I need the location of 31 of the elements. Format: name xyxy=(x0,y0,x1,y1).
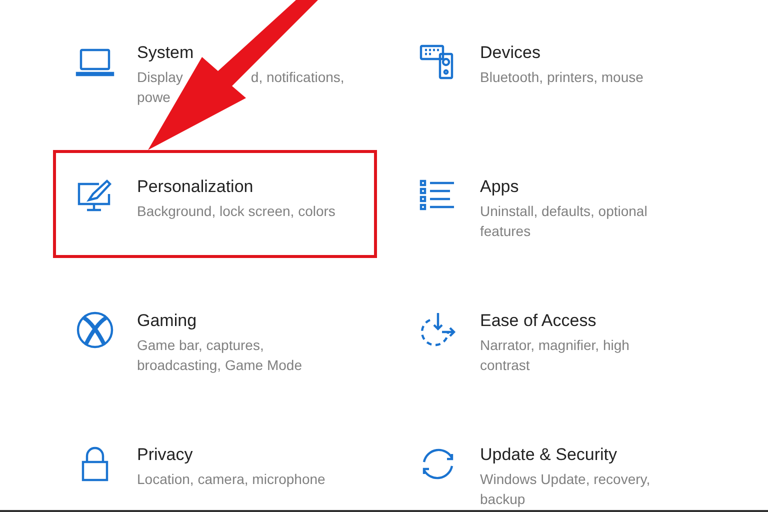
xbox-icon xyxy=(75,310,115,350)
setting-description: Narrator, magnifier, high xyxy=(480,336,630,355)
setting-title: Privacy xyxy=(137,444,194,466)
setting-title: Ease of Access xyxy=(480,310,598,332)
settings-tile[interactable]: System Display d, notifications, powe xyxy=(53,16,377,124)
setting-description: powe xyxy=(137,88,170,107)
setting-title: System xyxy=(137,42,195,64)
setting-description: contrast xyxy=(480,356,530,375)
setting-description: broadcasting, Game Mode xyxy=(137,356,302,375)
setting-description: Background, lock screen, colors xyxy=(137,202,336,221)
settings-tile[interactable]: Ease of Access Narrator, magnifier, high contrast xyxy=(396,284,720,392)
setting-description: d, notifications, xyxy=(250,68,344,87)
setting-description: backup xyxy=(480,490,526,509)
setting-description: Bluetooth, printers, mouse xyxy=(480,68,644,87)
settings-tile[interactable]: Apps Uninstall, defaults, optional features xyxy=(396,150,720,258)
setting-title: Personalization xyxy=(137,176,254,198)
setting-description: Display xyxy=(137,68,183,87)
setting-description: Uninstall, defaults, optional xyxy=(480,202,648,221)
settings-tile[interactable]: Personalization Background, lock screen, colors xyxy=(53,150,377,258)
setting-title: Update & Security xyxy=(480,444,618,466)
setting-description: features xyxy=(480,222,531,241)
settings-tile[interactable]: Privacy Location, camera, microphone xyxy=(53,418,377,510)
setting-description: Windows Update, recovery, xyxy=(480,470,650,489)
settings-tile[interactable]: Gaming Game bar, captures, broadcasting, Game Mode xyxy=(53,284,377,392)
setting-title: Devices xyxy=(480,42,542,64)
setting-title: Apps xyxy=(480,176,520,198)
settings-tile[interactable]: Devices Bluetooth, printers, mouse xyxy=(396,16,720,124)
setting-description: Game bar, captures, xyxy=(137,336,264,355)
setting-description: Location, camera, microphone xyxy=(137,470,326,489)
setting-title: Gaming xyxy=(137,310,198,332)
settings-tile[interactable]: Update & Security Windows Update, recovery, backup xyxy=(396,418,720,510)
